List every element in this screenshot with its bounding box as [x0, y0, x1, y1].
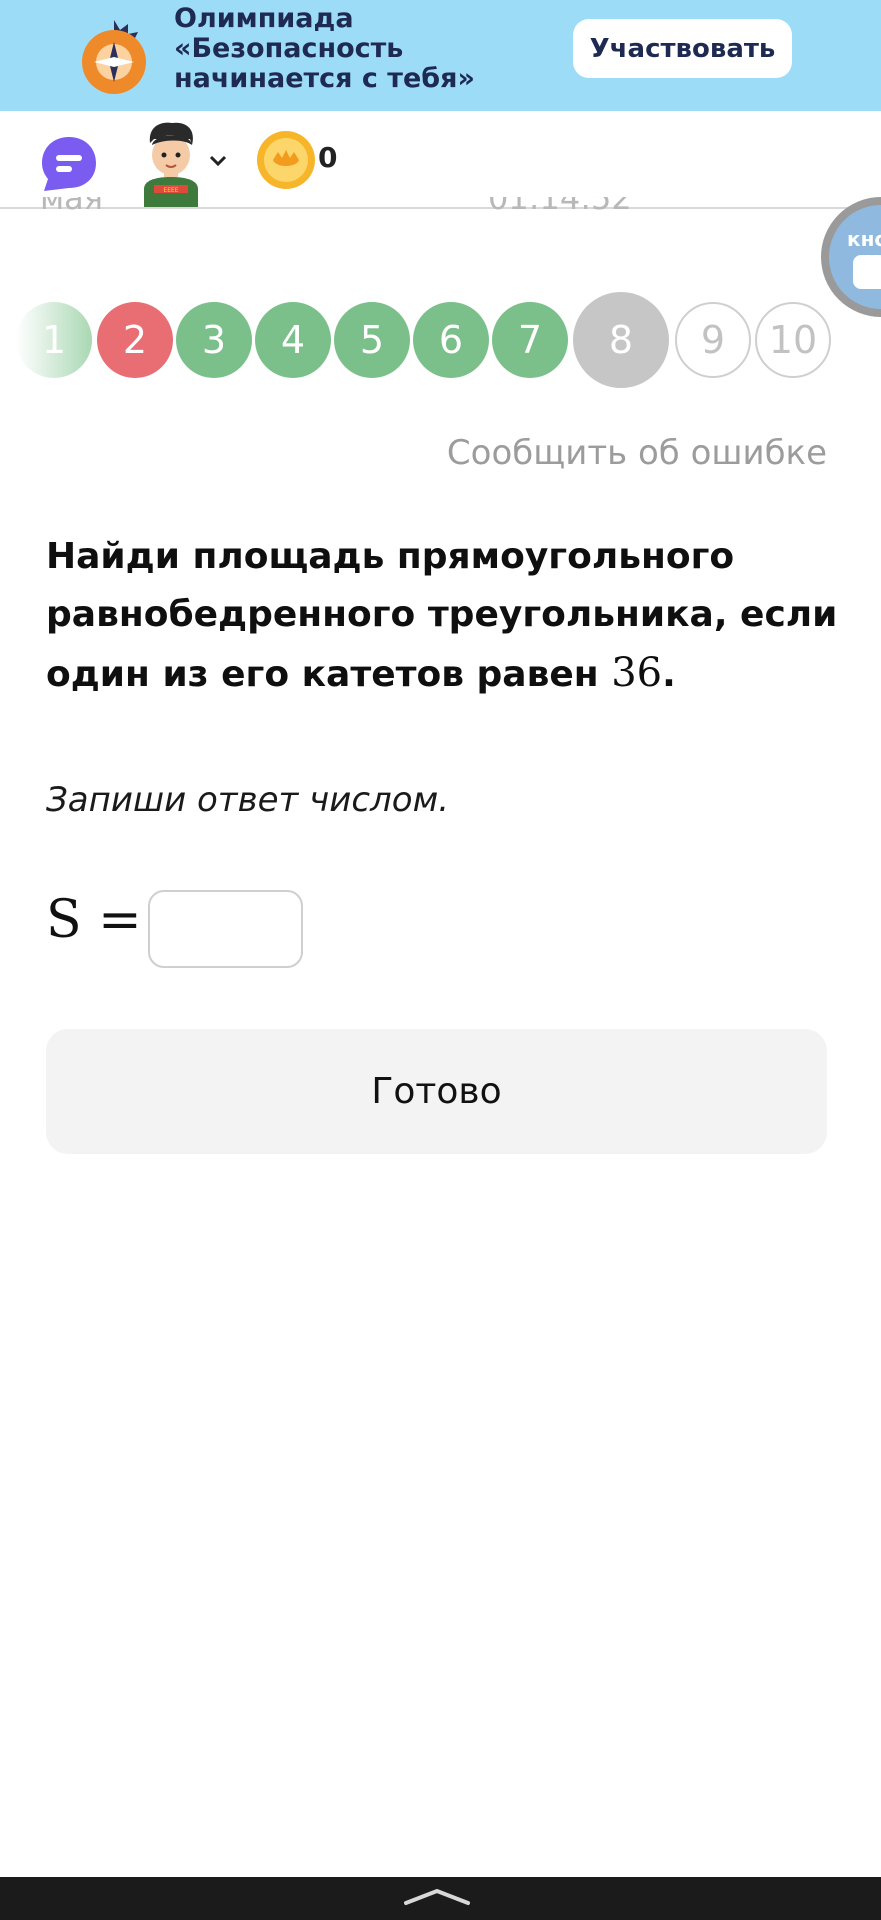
- step-7[interactable]: 7: [492, 302, 568, 378]
- chevron-down-icon[interactable]: [208, 153, 228, 169]
- done-button[interactable]: Готово: [46, 1029, 827, 1154]
- chat-icon[interactable]: [38, 133, 100, 195]
- answer-hint: Запиши ответ числом.: [46, 780, 450, 820]
- coin-icon: [257, 131, 315, 189]
- svg-text:ЕЕЕЕ: ЕЕЕЕ: [163, 187, 178, 194]
- timer-text: 01:14:52: [488, 197, 632, 217]
- question-end: .: [662, 654, 676, 695]
- system-nav-bar: [0, 1877, 881, 1920]
- top-header: ЕЕЕЕ 0: [0, 111, 881, 209]
- banner-title: Олимпиада «Безопасность начинается с теб…: [174, 4, 554, 94]
- banner-title-line: «Безопасность: [174, 33, 404, 64]
- step-5[interactable]: 5: [334, 302, 410, 378]
- step-1[interactable]: 1: [16, 302, 92, 378]
- report-error-link[interactable]: Сообщить об ошибке: [447, 433, 827, 473]
- step-6[interactable]: 6: [413, 302, 489, 378]
- banner-title-line: начинается с тебя»: [174, 63, 475, 94]
- floating-button-label: кно: [847, 227, 881, 251]
- answer-label: S =: [46, 890, 142, 950]
- scrolled-info: мая 01:14:52: [0, 197, 881, 221]
- coin-count: 0: [318, 141, 338, 174]
- participate-button[interactable]: Участвовать: [573, 19, 792, 78]
- app-screen: Олимпиада «Безопасность начинается с теб…: [0, 0, 881, 1920]
- step-3[interactable]: 3: [176, 302, 252, 378]
- gesture-handle-icon[interactable]: [402, 1885, 472, 1909]
- promo-banner[interactable]: Олимпиада «Безопасность начинается с теб…: [0, 0, 881, 111]
- avatar[interactable]: ЕЕЕЕ: [140, 121, 202, 207]
- question-number: 36: [611, 650, 663, 696]
- question-body: Найди площадь прямоугольного равнобедрен…: [46, 536, 838, 695]
- step-8[interactable]: 8: [573, 292, 669, 388]
- banner-title-line: Олимпиада: [174, 3, 354, 34]
- question-text: Найди площадь прямоугольного равнобедрен…: [46, 528, 846, 704]
- step-4[interactable]: 4: [255, 302, 331, 378]
- step-2[interactable]: 2: [97, 302, 173, 378]
- task-progress: 1 2 3 4 5 6 7 8 9 10: [0, 290, 881, 390]
- date-text: мая: [40, 197, 103, 217]
- step-10[interactable]: 10: [755, 302, 831, 378]
- compass-logo-icon: [82, 20, 146, 94]
- camera-icon: [853, 255, 881, 289]
- step-9[interactable]: 9: [675, 302, 751, 378]
- answer-input[interactable]: [148, 890, 303, 968]
